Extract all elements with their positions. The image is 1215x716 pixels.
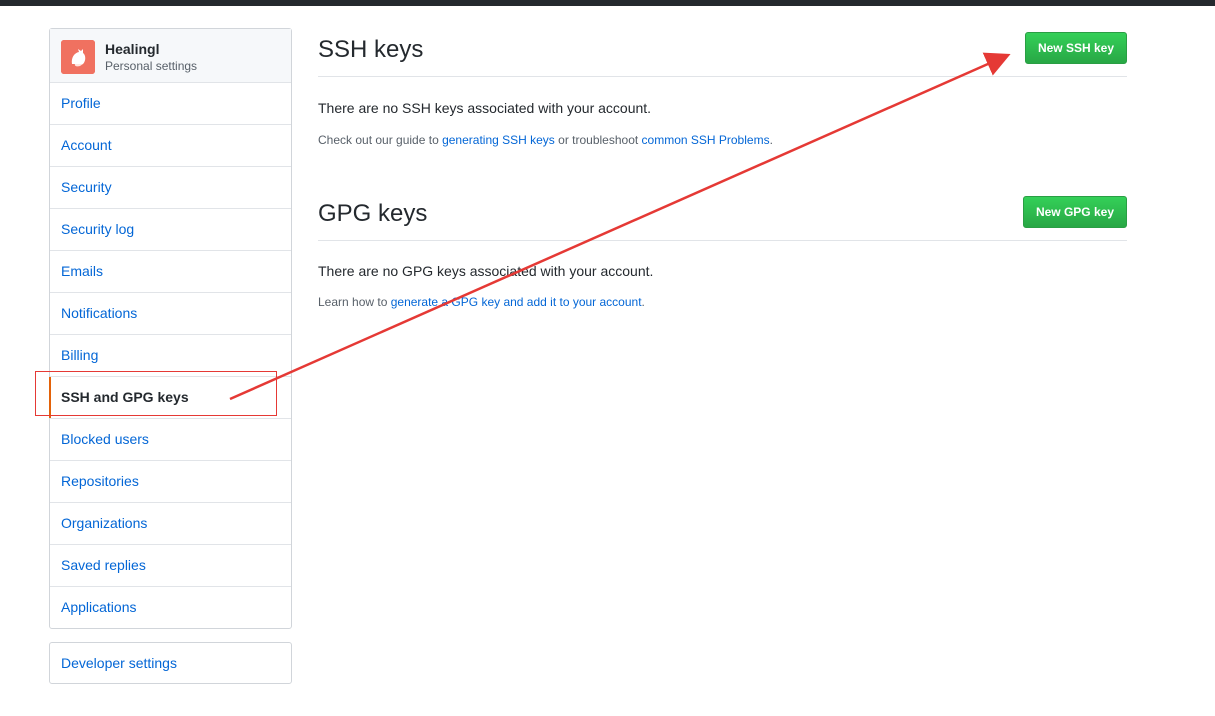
- new-ssh-key-button[interactable]: New SSH key: [1024, 32, 1127, 64]
- ssh-help-note: Check out our guide to generating SSH ke…: [318, 133, 773, 147]
- sidebar-item-profile[interactable]: Profile: [50, 83, 291, 125]
- gpg-keys-title: GPG keys: [318, 200, 428, 227]
- avatar-icon: [61, 40, 95, 74]
- sidebar-item-blocked-users[interactable]: Blocked users: [50, 419, 291, 461]
- sidebar-item-security-log[interactable]: Security log: [50, 209, 291, 251]
- common-ssh-problems-link[interactable]: common SSH Problems: [642, 133, 770, 147]
- settings-sidebar: Healingl Personal settings Profile Accoun…: [49, 28, 292, 629]
- sidebar-item-developer-settings[interactable]: Developer settings: [50, 643, 291, 683]
- ssh-note-mid: or troubleshoot: [554, 133, 642, 147]
- gpg-keys-section: GPG keys New GPG key There are no GPG ke…: [318, 192, 1127, 309]
- avatar[interactable]: [61, 40, 95, 74]
- user-subtitle: Personal settings: [105, 59, 198, 73]
- sidebar-item-saved-replies[interactable]: Saved replies: [50, 545, 291, 587]
- gpg-keys-header: GPG keys New GPG key: [318, 192, 1127, 241]
- gpg-empty-message: There are no GPG keys associated with yo…: [318, 263, 654, 279]
- sidebar-item-repositories[interactable]: Repositories: [50, 461, 291, 503]
- gpg-note-prefix: Learn how to: [318, 295, 391, 309]
- ssh-keys-section: SSH keys New SSH key There are no SSH ke…: [318, 28, 1127, 147]
- sidebar-item-security[interactable]: Security: [50, 167, 291, 209]
- ssh-note-suffix: .: [769, 133, 773, 147]
- sidebar-item-organizations[interactable]: Organizations: [50, 503, 291, 545]
- sidebar-item-applications[interactable]: Applications: [50, 587, 291, 628]
- sidebar-item-emails[interactable]: Emails: [50, 251, 291, 293]
- sidebar-item-notifications[interactable]: Notifications: [50, 293, 291, 335]
- sidebar-item-account[interactable]: Account: [50, 125, 291, 167]
- ssh-note-prefix: Check out our guide to: [318, 133, 443, 147]
- sidebar-item-ssh-and-gpg-keys[interactable]: SSH and GPG keys: [49, 377, 291, 419]
- ssh-keys-title: SSH keys: [318, 36, 424, 63]
- top-bar: [0, 0, 1215, 6]
- developer-settings-menu: Developer settings: [49, 642, 292, 684]
- generate-gpg-key-link[interactable]: generate a GPG key and add it to your ac…: [391, 295, 642, 309]
- new-gpg-key-button[interactable]: New GPG key: [1022, 196, 1127, 228]
- ssh-empty-message: There are no SSH keys associated with yo…: [318, 100, 652, 116]
- generating-ssh-keys-link[interactable]: generating SSH keys: [442, 133, 555, 147]
- sidebar-user-header: Healingl Personal settings: [50, 29, 291, 83]
- ssh-keys-header: SSH keys New SSH key: [318, 28, 1127, 77]
- gpg-help-note: Learn how to generate a GPG key and add …: [318, 295, 645, 309]
- gpg-note-suffix: .: [641, 295, 645, 309]
- sidebar-item-billing[interactable]: Billing: [50, 335, 291, 377]
- user-name[interactable]: Healingl: [105, 41, 159, 57]
